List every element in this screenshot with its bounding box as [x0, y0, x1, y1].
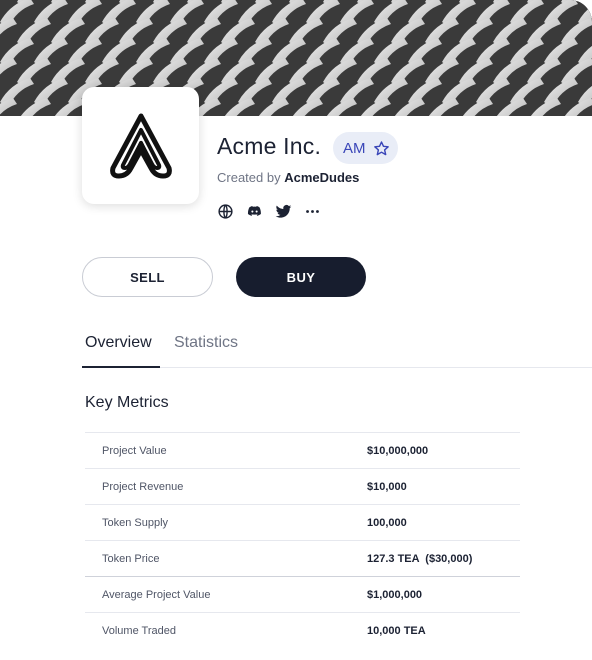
metric-value: $1,000,000	[367, 588, 423, 601]
creator-line: Created by AcmeDudes	[217, 170, 359, 185]
twitter-icon[interactable]	[275, 203, 292, 220]
star-icon[interactable]	[373, 140, 390, 157]
metric-label: Token Supply	[102, 516, 169, 529]
created-by-prefix: Created by	[217, 170, 281, 185]
metric-value: $10,000,000	[367, 444, 429, 457]
globe-icon[interactable]	[217, 203, 234, 220]
table-row: Project Revenue $10,000	[85, 468, 520, 504]
tab-statistics[interactable]: Statistics	[174, 334, 238, 352]
metric-label: Project Revenue	[102, 480, 184, 493]
project-card: Acme Inc. AM Created by AcmeDudes SELL B…	[0, 0, 592, 660]
metric-value: 127.3 TEA ($30,000)	[367, 552, 473, 565]
tab-overview[interactable]: Overview	[85, 334, 152, 352]
table-row: Token Supply 100,000	[85, 504, 520, 540]
social-links	[217, 203, 321, 220]
ticker-badge[interactable]: AM	[333, 132, 398, 164]
project-logo	[82, 87, 199, 204]
project-title: Acme Inc.	[217, 133, 322, 159]
metric-label: Project Value	[102, 444, 167, 457]
key-metrics-table: Project Value $10,000,000 Project Revenu…	[85, 432, 520, 648]
creator-name[interactable]: AcmeDudes	[284, 170, 359, 185]
more-icon[interactable]	[304, 203, 321, 220]
sell-button[interactable]: SELL	[82, 257, 213, 297]
active-tab-indicator	[82, 366, 160, 368]
discord-icon[interactable]	[246, 203, 263, 220]
table-row: Volume Traded 10,000 TEA	[85, 612, 520, 648]
key-metrics-title: Key Metrics	[85, 394, 169, 411]
metric-value: $10,000	[367, 480, 407, 493]
buy-button[interactable]: BUY	[236, 257, 366, 297]
ticker-label: AM	[343, 139, 366, 157]
metric-value: 100,000	[367, 516, 407, 529]
table-row: Average Project Value $1,000,000	[85, 576, 520, 612]
metric-label: Volume Traded	[102, 624, 176, 637]
table-row: Token Price 127.3 TEA ($30,000)	[85, 540, 520, 576]
metric-value: 10,000 TEA	[367, 624, 426, 637]
metric-label: Token Price	[102, 552, 160, 565]
metric-label: Average Project Value	[102, 588, 211, 601]
acme-logo-icon	[109, 113, 172, 178]
table-row: Project Value $10,000,000	[85, 432, 520, 468]
